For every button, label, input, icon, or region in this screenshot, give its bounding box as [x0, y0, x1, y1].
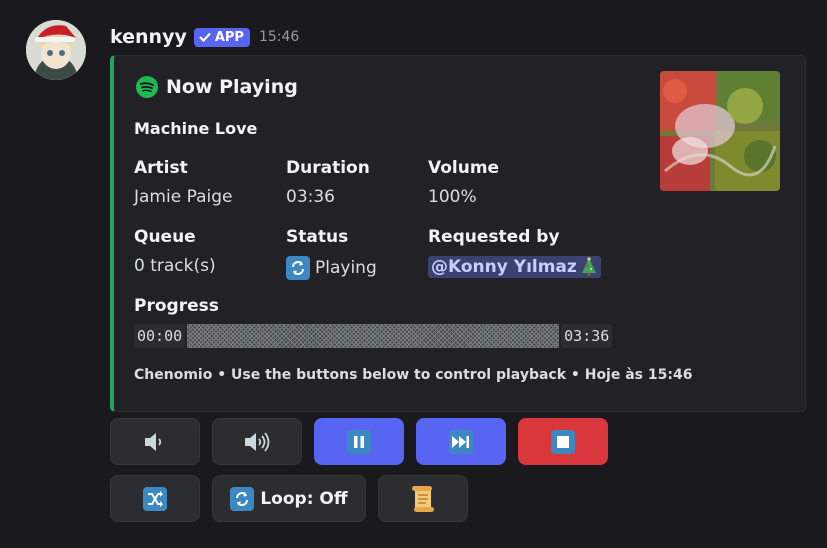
- field-volume: Volume 100%: [428, 158, 499, 207]
- field-duration-name: Duration: [286, 158, 370, 178]
- spotify-icon: [136, 76, 158, 98]
- field-status: Status Playing: [286, 227, 377, 280]
- skip-button[interactable]: [416, 418, 506, 465]
- field-status-name: Status: [286, 227, 349, 247]
- progress-label: Progress: [134, 296, 219, 316]
- progress-end: 03:36: [561, 324, 613, 348]
- checkmark-icon: [199, 32, 211, 43]
- status-text: Playing: [315, 258, 377, 278]
- field-artist-name: Artist: [134, 158, 188, 178]
- pause-icon: [347, 429, 371, 454]
- progress-row: 00:00 03:36: [134, 323, 613, 349]
- now-playing-embed: Now Playing Machine Love Artist Jamie Pa…: [110, 55, 806, 412]
- volume-down-button[interactable]: [110, 418, 200, 465]
- volume-up-icon: [245, 431, 270, 452]
- loop-icon: [230, 486, 255, 511]
- stop-button[interactable]: [518, 418, 608, 465]
- loop-button-label: Loop: Off: [260, 488, 348, 509]
- album-art[interactable]: [660, 71, 780, 191]
- field-requested-name: Requested by: [428, 227, 560, 247]
- repeat-icon: [286, 256, 310, 280]
- skip-icon: [449, 429, 473, 454]
- field-duration-value: 03:36: [286, 187, 335, 207]
- field-volume-value: 100%: [428, 187, 477, 207]
- field-requested: Requested by @Konny Yılmaz: [428, 227, 601, 278]
- embed-title-text: Now Playing: [166, 76, 298, 98]
- message-timestamp[interactable]: 15:46: [259, 29, 299, 45]
- christmas-tree-icon: [581, 257, 596, 276]
- embed-footer: Chenomio • Use the buttons below to cont…: [134, 367, 693, 383]
- field-queue-value: 0 track(s): [134, 256, 216, 276]
- app-badge-label: APP: [214, 29, 244, 45]
- shuffle-icon: [143, 486, 167, 511]
- stop-icon: [551, 429, 575, 454]
- progress-bar: [187, 324, 560, 348]
- volume-up-button[interactable]: [212, 418, 302, 465]
- user-mention[interactable]: @Konny Yılmaz: [428, 256, 601, 278]
- queue-button[interactable]: [378, 475, 468, 522]
- field-duration: Duration 03:36: [286, 158, 370, 207]
- progress-start: 00:00: [134, 324, 186, 348]
- embed-title: Now Playing: [136, 76, 298, 98]
- field-artist: Artist Jamie Paige: [134, 158, 232, 207]
- message-header: kennyy APP 15:46: [110, 22, 299, 52]
- loop-button[interactable]: Loop: Off: [212, 475, 366, 522]
- avatar[interactable]: [26, 20, 86, 80]
- field-queue: Queue 0 track(s): [134, 227, 216, 276]
- field-queue-name: Queue: [134, 227, 196, 247]
- pause-button[interactable]: [314, 418, 404, 465]
- field-artist-value: Jamie Paige: [134, 187, 233, 207]
- field-requested-value: @Konny Yılmaz: [428, 256, 601, 278]
- scroll-icon: [412, 485, 434, 512]
- username[interactable]: kennyy: [110, 26, 187, 48]
- app-badge: APP: [193, 27, 250, 47]
- field-volume-name: Volume: [428, 158, 500, 178]
- volume-down-icon: [145, 432, 162, 451]
- field-status-value: Playing: [286, 256, 377, 280]
- track-title: Machine Love: [134, 119, 258, 138]
- mention-text: @Konny Yılmaz: [431, 257, 577, 277]
- shuffle-button[interactable]: [110, 475, 200, 522]
